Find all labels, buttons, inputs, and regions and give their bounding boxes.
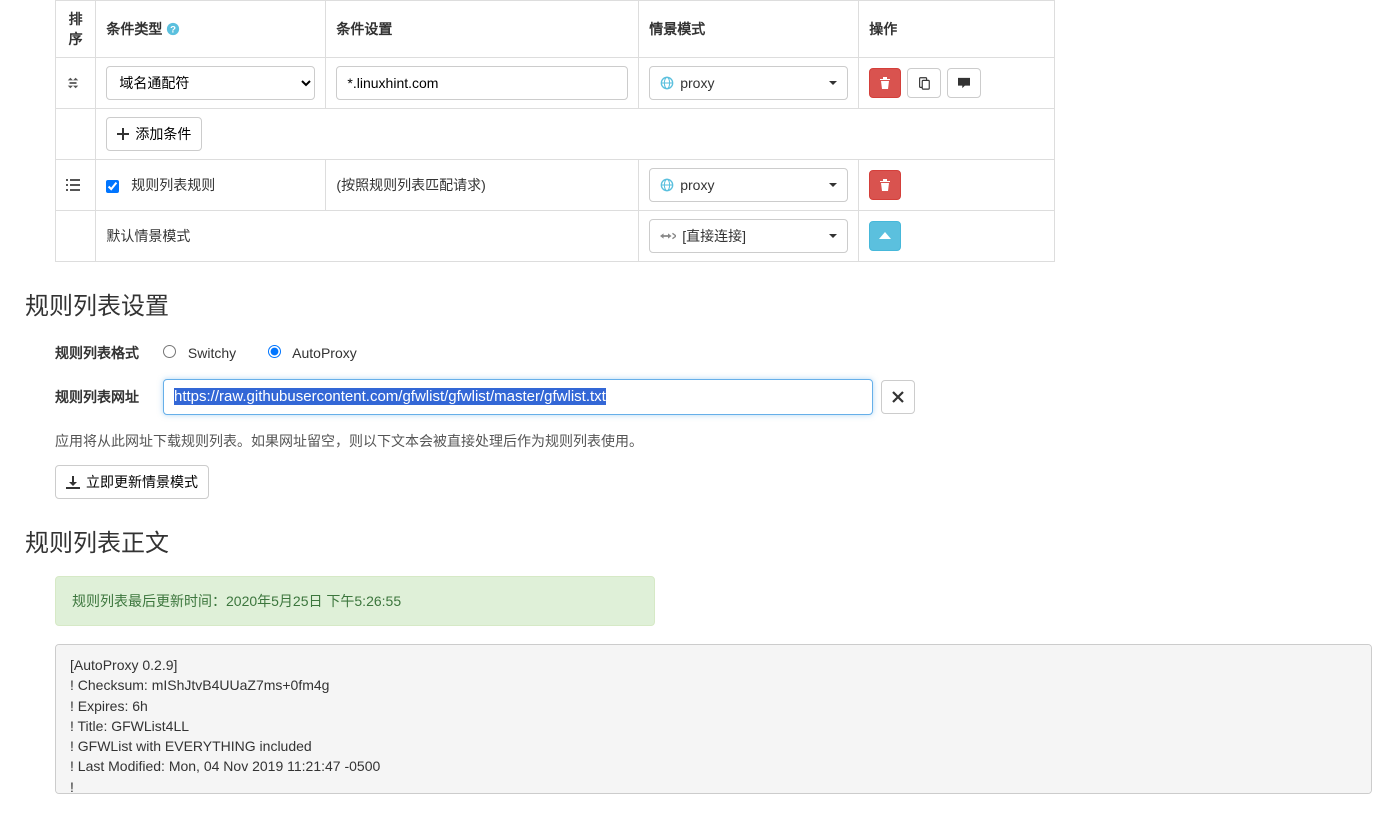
rule-list-text-heading: 规则列表正文 bbox=[25, 523, 1372, 558]
svg-text:?: ? bbox=[170, 25, 176, 36]
th-profile: 情景模式 bbox=[639, 1, 859, 58]
rule-list-settings-heading: 规则列表设置 bbox=[25, 286, 1372, 321]
format-autoproxy-radio[interactable] bbox=[268, 345, 281, 358]
comment-icon bbox=[957, 77, 971, 89]
trash-icon bbox=[879, 178, 891, 192]
trash-icon bbox=[879, 76, 891, 90]
default-profile-label: 默认情景模式 bbox=[96, 211, 639, 262]
profile-dropdown[interactable]: [直接连接] bbox=[649, 219, 848, 253]
format-autoproxy-option[interactable]: AutoProxy bbox=[268, 345, 357, 361]
direct-icon bbox=[660, 231, 676, 241]
chevron-down-icon bbox=[829, 234, 837, 238]
globe-icon bbox=[660, 178, 674, 192]
condition-setting-input[interactable] bbox=[336, 66, 628, 100]
rule-list-checkbox[interactable] bbox=[106, 180, 119, 193]
th-action: 操作 bbox=[859, 1, 1055, 58]
rule-list-url-row: 规则列表网址 https://raw.githubusercontent.com… bbox=[25, 375, 1372, 427]
close-icon bbox=[892, 391, 904, 403]
collapse-button[interactable] bbox=[869, 221, 901, 251]
help-icon[interactable]: ? bbox=[166, 21, 180, 37]
plus-icon bbox=[117, 128, 129, 140]
globe-icon bbox=[660, 76, 674, 90]
rule-list-label: 规则列表规则 bbox=[131, 177, 215, 193]
profile-dropdown[interactable]: proxy bbox=[649, 66, 848, 100]
clone-button[interactable] bbox=[907, 68, 941, 98]
th-sort: 排序 bbox=[56, 1, 96, 58]
conditions-table: 排序 条件类型 ? 条件设置 情景模式 操作 域名通配符 bbox=[55, 0, 1055, 262]
format-switchy-option[interactable]: Switchy bbox=[163, 345, 240, 361]
clipboard-icon bbox=[917, 76, 931, 90]
last-update-alert: 规则列表最后更新时间：2020年5月25日 下午5:26:55 bbox=[55, 576, 655, 626]
drag-handle-icon[interactable] bbox=[66, 76, 85, 90]
update-profile-button[interactable]: 立即更新情景模式 bbox=[55, 465, 209, 499]
chevron-down-icon bbox=[829, 81, 837, 85]
th-type: 条件类型 ? bbox=[96, 1, 326, 58]
condition-row: 域名通配符 proxy bbox=[56, 58, 1055, 109]
list-icon bbox=[66, 179, 85, 191]
chevron-up-icon bbox=[879, 232, 891, 240]
add-condition-row: 添加条件 bbox=[56, 109, 1055, 160]
th-setting: 条件设置 bbox=[326, 1, 639, 58]
rule-list-setting: (按照规则列表匹配请求) bbox=[326, 160, 639, 211]
add-condition-button[interactable]: 添加条件 bbox=[106, 117, 202, 151]
download-icon bbox=[66, 476, 80, 489]
chevron-down-icon bbox=[829, 183, 837, 187]
clear-url-button[interactable] bbox=[881, 380, 915, 414]
rule-list-content[interactable]: [AutoProxy 0.2.9] ! Checksum: mIShJtvB4U… bbox=[55, 644, 1372, 794]
rule-list-url-input[interactable]: https://raw.githubusercontent.com/gfwlis… bbox=[163, 379, 873, 415]
url-description: 应用将从此网址下载规则列表。如果网址留空，则以下文本会被直接处理后作为规则列表使… bbox=[55, 431, 1372, 451]
delete-button[interactable] bbox=[869, 170, 901, 200]
rule-list-format-row: 规则列表格式 Switchy AutoProxy bbox=[25, 339, 1372, 375]
condition-type-select[interactable]: 域名通配符 bbox=[106, 66, 315, 100]
url-label: 规则列表网址 bbox=[55, 387, 163, 407]
format-label: 规则列表格式 bbox=[55, 343, 163, 363]
default-profile-row: 默认情景模式 [直接连接] bbox=[56, 211, 1055, 262]
note-button[interactable] bbox=[947, 68, 981, 98]
delete-button[interactable] bbox=[869, 68, 901, 98]
format-switchy-radio[interactable] bbox=[163, 345, 176, 358]
profile-dropdown[interactable]: proxy bbox=[649, 168, 848, 202]
rule-list-row: 规则列表规则 (按照规则列表匹配请求) proxy bbox=[56, 160, 1055, 211]
